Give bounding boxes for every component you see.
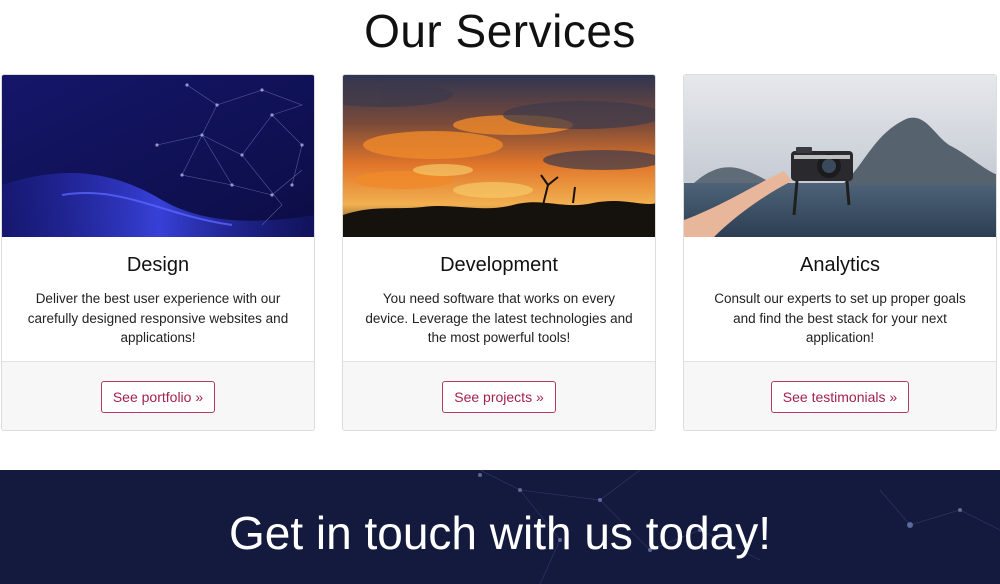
card-title: Analytics (799, 254, 881, 276)
card-title: Design (126, 254, 190, 276)
card-body: Design Deliver the best user experience … (2, 237, 314, 361)
see-projects-button[interactable]: See projects » (442, 381, 556, 413)
cta-title: Get in touch with us today! (228, 507, 772, 559)
see-portfolio-button[interactable]: See portfolio » (100, 381, 216, 413)
service-card-analytics: Analytics Consult our experts to set up … (683, 74, 997, 431)
design-image (2, 75, 314, 237)
card-footer: See projects » (343, 361, 655, 430)
contact-cta-banner: Get in touch with us today! (0, 470, 1000, 584)
see-testimonials-button[interactable]: See testimonials » (770, 381, 910, 413)
card-text: Consult our experts to set up proper goa… (714, 291, 966, 345)
card-title: Development (440, 254, 558, 276)
card-body: Analytics Consult our experts to set up … (684, 237, 996, 361)
card-footer: See testimonials » (684, 361, 996, 430)
section-title: Our Services (364, 5, 636, 57)
development-image (343, 75, 655, 237)
card-text: Deliver the best user experience with ou… (27, 291, 289, 345)
service-card-design: Design Deliver the best user experience … (1, 74, 315, 431)
card-body: Development You need software that works… (343, 237, 655, 361)
analytics-image (684, 75, 996, 237)
card-text: You need software that works on every de… (365, 291, 633, 345)
service-card-development: Development You need software that works… (342, 74, 656, 431)
card-footer: See portfolio » (2, 361, 314, 430)
